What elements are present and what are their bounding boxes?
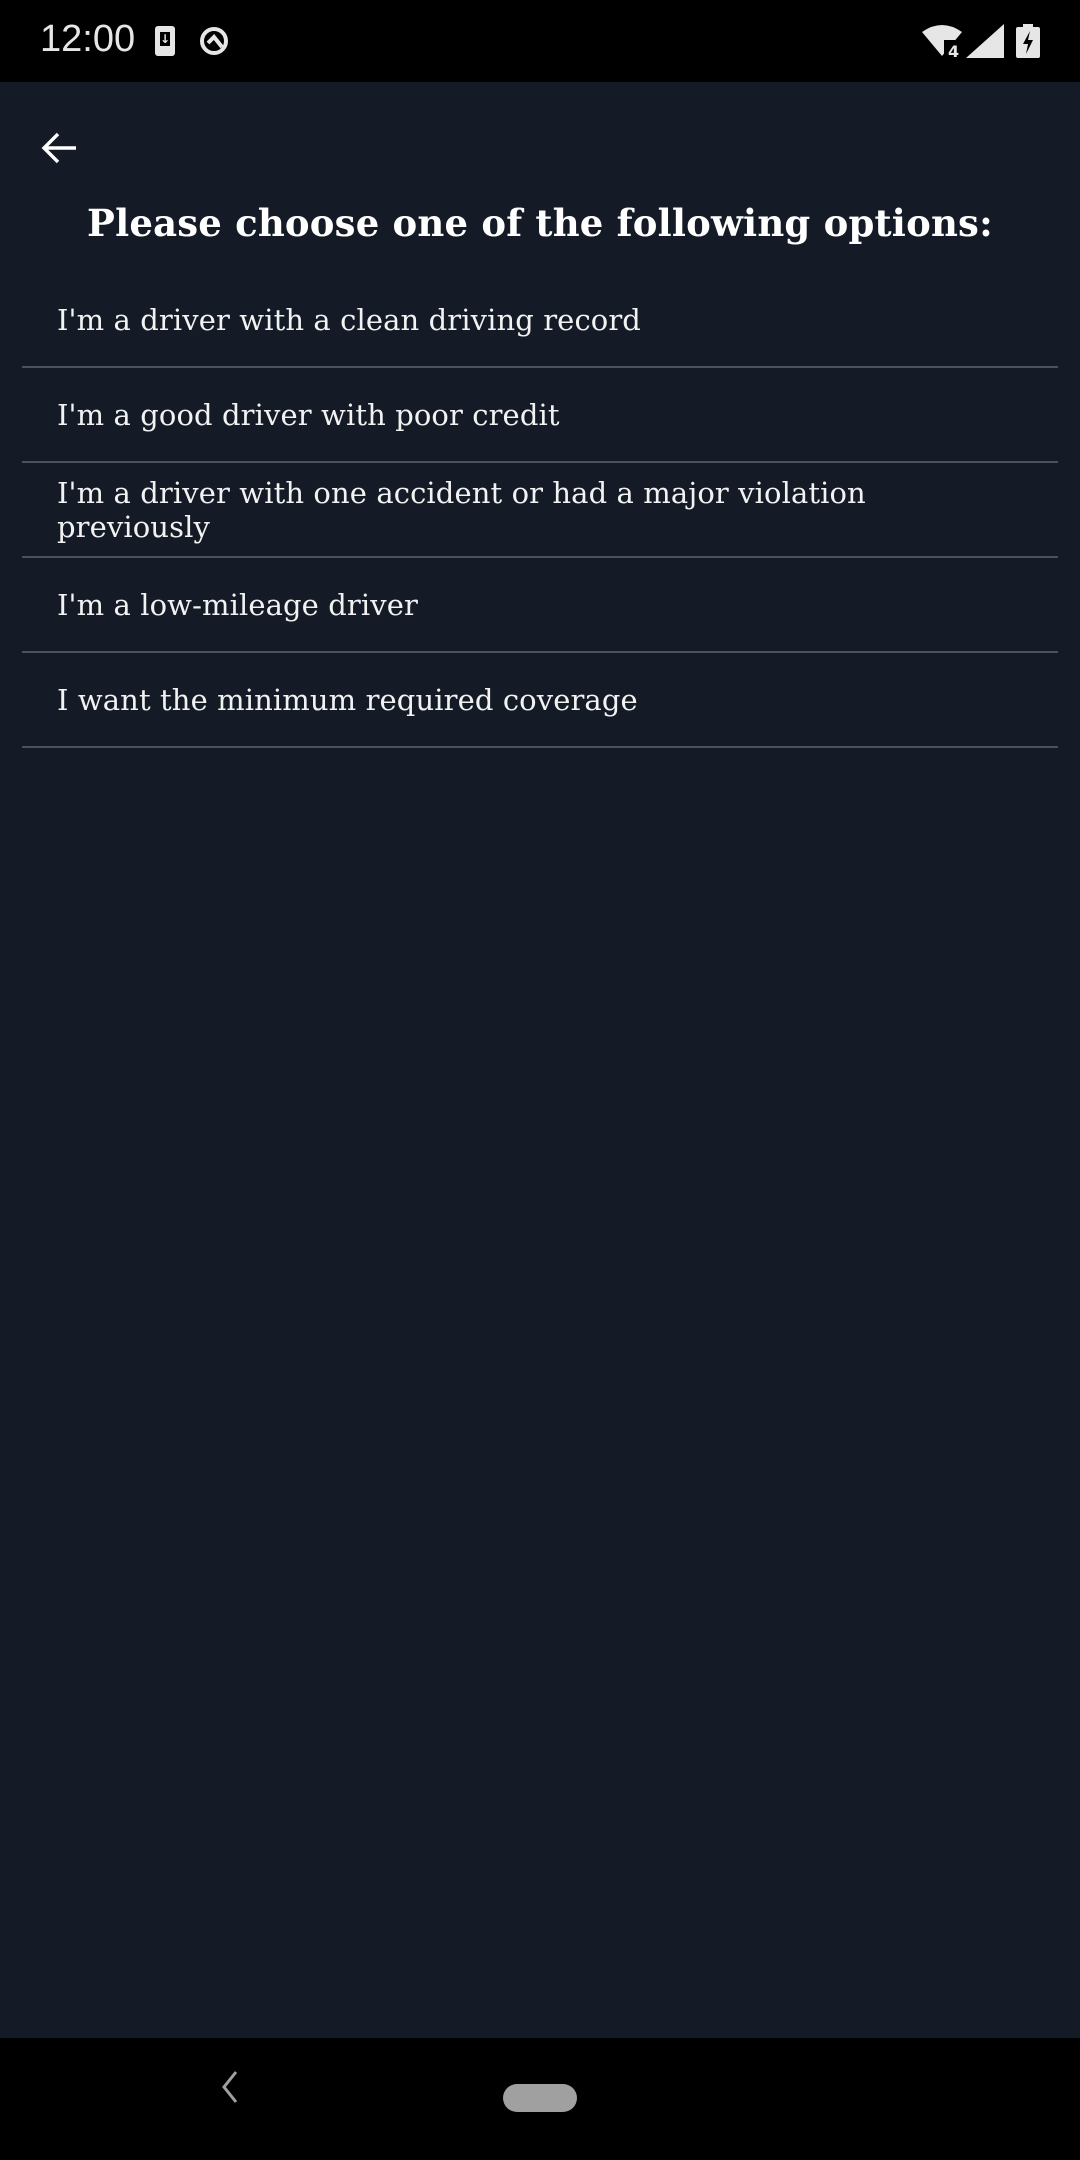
option-label: I'm a good driver with poor credit bbox=[57, 397, 560, 432]
q-logo-icon bbox=[200, 27, 228, 55]
chevron-left-icon[interactable] bbox=[210, 2062, 250, 2112]
arrow-left-icon bbox=[41, 132, 76, 164]
download-icon: ↓ bbox=[155, 26, 175, 56]
wifi-icon: 4 bbox=[922, 25, 962, 60]
option-minimum-coverage[interactable]: I want the minimum required coverage bbox=[22, 653, 1058, 748]
option-label: I'm a driver with a clean driving record bbox=[57, 302, 641, 337]
options-list: I'm a driver with a clean driving record… bbox=[22, 273, 1058, 748]
battery-charging-icon bbox=[1016, 24, 1040, 58]
home-pill-icon[interactable] bbox=[503, 2084, 577, 2112]
status-time: 12:00 bbox=[40, 18, 136, 60]
option-clean-record[interactable]: I'm a driver with a clean driving record bbox=[22, 273, 1058, 368]
option-accident-violation[interactable]: I'm a driver with one accident or had a … bbox=[22, 463, 1058, 558]
option-poor-credit[interactable]: I'm a good driver with poor credit bbox=[22, 368, 1058, 463]
option-low-mileage[interactable]: I'm a low-mileage driver bbox=[22, 558, 1058, 653]
back-button[interactable] bbox=[30, 118, 90, 178]
status-bar: 12:00 ↓ 4 bbox=[0, 0, 1080, 82]
signal-icon bbox=[966, 24, 1004, 58]
system-nav-bar bbox=[0, 2038, 1080, 2160]
option-label: I want the minimum required coverage bbox=[57, 682, 638, 717]
page-title: Please choose one of the following optio… bbox=[87, 201, 993, 245]
svg-text:4: 4 bbox=[948, 42, 959, 60]
option-label: I'm a driver with one accident or had a … bbox=[57, 475, 866, 544]
app-screen: Please choose one of the following optio… bbox=[0, 82, 1080, 2038]
option-label: I'm a low-mileage driver bbox=[57, 587, 418, 622]
